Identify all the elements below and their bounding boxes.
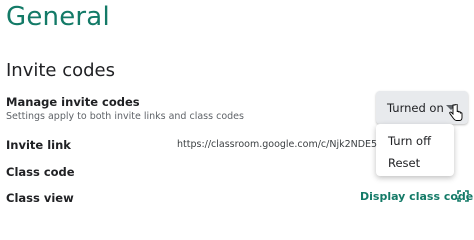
menu-item-reset[interactable]: Reset bbox=[376, 152, 454, 174]
class-view-label: Class view bbox=[6, 191, 74, 205]
invite-link-url[interactable]: https://classroom.google.com/c/Njk2NDE5N… bbox=[177, 139, 377, 150]
manage-invite-codes-description: Settings apply to both invite links and … bbox=[6, 111, 244, 122]
class-code-label: Class code bbox=[6, 165, 75, 179]
hand-pointer-icon bbox=[449, 104, 463, 121]
section-heading-invite-codes: Invite codes bbox=[6, 60, 116, 81]
page-title: General bbox=[6, 2, 110, 32]
menu-item-turn-off[interactable]: Turn off bbox=[376, 130, 454, 152]
invite-link-label: Invite link bbox=[6, 138, 71, 152]
invite-codes-select-value: Turned on bbox=[387, 100, 444, 115]
invite-codes-menu: Turn off Reset bbox=[376, 124, 454, 176]
fullscreen-icon[interactable] bbox=[457, 190, 469, 202]
manage-invite-codes-label: Manage invite codes bbox=[6, 95, 140, 109]
